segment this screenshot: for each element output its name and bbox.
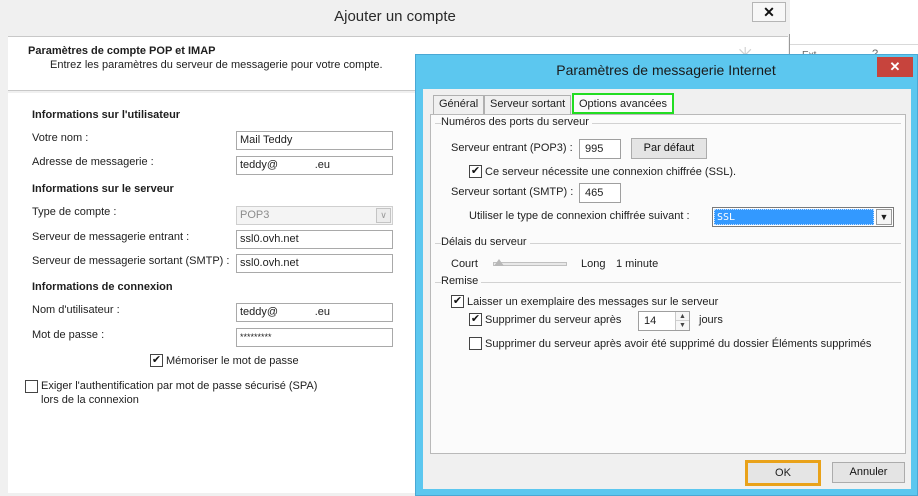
- timeout-slider-track[interactable]: [493, 262, 567, 266]
- delivery-group-title: Remise: [441, 275, 482, 287]
- default-button[interactable]: Par défaut: [631, 138, 707, 159]
- ok-button[interactable]: OK: [745, 460, 821, 486]
- account-type-label: Type de compte :: [32, 206, 117, 218]
- timeout-short-label: Court: [451, 258, 478, 270]
- add-account-title: Ajouter un compte: [334, 8, 456, 25]
- chevron-down-icon: ∨: [376, 208, 391, 223]
- internet-settings-body: Général Serveur sortant Options avancées…: [423, 89, 911, 489]
- internet-settings-dialog: Paramètres de messagerie Internet ✕ Géné…: [415, 54, 918, 496]
- days-label: jours: [699, 314, 723, 326]
- outgoing-server-label: Serveur de messagerie sortant (SMTP) :: [32, 255, 230, 267]
- server-info-heading: Informations sur le serveur: [32, 183, 174, 195]
- encryption-type-label: Utiliser le type de connexion chiffrée s…: [469, 210, 690, 222]
- background-divider: [789, 44, 918, 45]
- outgoing-port-label: Serveur sortant (SMTP) :: [451, 186, 574, 198]
- timeout-long-label: Long: [581, 258, 606, 270]
- login-info-heading: Informations de connexion: [32, 281, 173, 293]
- incoming-server-label: Serveur de messagerie entrant :: [32, 231, 190, 243]
- remove-deleted-checkbox[interactable]: [469, 337, 482, 350]
- ports-group-title: Numéros des ports du serveur: [441, 116, 592, 128]
- timeout-value: 1 minute: [616, 258, 659, 270]
- leave-copy-label: Laisser un exemplaire des messages sur l…: [467, 296, 719, 308]
- chevron-down-icon[interactable]: ▼: [676, 321, 689, 330]
- password-input[interactable]: *********: [236, 328, 393, 347]
- add-account-titlebar[interactable]: Ajouter un compte ✕: [0, 0, 790, 34]
- encryption-type-select[interactable]: SSL ▼: [712, 207, 894, 227]
- remember-password-label: Mémoriser le mot de passe: [166, 355, 299, 367]
- incoming-server-input[interactable]: ssl0.ovh.net: [236, 230, 393, 249]
- remove-after-label: Supprimer du serveur après: [485, 314, 622, 326]
- ssl-label: Ce serveur nécessite une connexion chiff…: [485, 166, 737, 178]
- username-input[interactable]: teddy@ .eu: [236, 303, 393, 322]
- timeout-group-title: Délais du serveur: [441, 236, 530, 248]
- cancel-button[interactable]: Annuler: [832, 462, 905, 483]
- timeout-slider-thumb[interactable]: [494, 259, 504, 266]
- advanced-options-pane: Numéros des ports du serveur Serveur ent…: [430, 114, 906, 454]
- name-label: Votre nom :: [32, 132, 89, 144]
- incoming-port-label: Serveur entrant (POP3) :: [451, 142, 573, 154]
- spa-checkbox[interactable]: [25, 380, 38, 393]
- chevron-down-icon[interactable]: ▼: [876, 209, 892, 225]
- add-account-close-button[interactable]: ✕: [752, 2, 786, 22]
- header-subtitle: Entrez les paramètres du serveur de mess…: [50, 59, 383, 71]
- leave-copy-checkbox[interactable]: ✔: [451, 295, 464, 308]
- spa-label-line1: Exiger l'authentification par mot de pas…: [41, 380, 318, 392]
- account-type-select: POP3 ∨: [236, 206, 393, 225]
- name-input[interactable]: Mail Teddy: [236, 131, 393, 150]
- tab-outgoing-server[interactable]: Serveur sortant: [484, 95, 572, 114]
- internet-settings-title: Paramètres de messagerie Internet: [556, 62, 776, 78]
- email-label: Adresse de messagerie :: [32, 156, 154, 168]
- ssl-checkbox[interactable]: ✔: [469, 165, 482, 178]
- outgoing-port-input[interactable]: 465: [579, 183, 621, 203]
- account-type-value: POP3: [240, 209, 270, 221]
- incoming-port-input[interactable]: 995: [579, 139, 621, 159]
- remove-deleted-label: Supprimer du serveur après avoir été sup…: [485, 338, 872, 350]
- encryption-type-value: SSL: [714, 209, 874, 225]
- remember-password-checkbox[interactable]: ✔: [150, 354, 163, 367]
- tab-advanced-options[interactable]: Options avancées: [572, 93, 675, 114]
- spa-label-line2: lors de la connexion: [41, 394, 139, 406]
- outgoing-server-input[interactable]: ssl0.ovh.net: [236, 254, 393, 273]
- remove-after-days-stepper[interactable]: 14 ▲ ▼: [638, 311, 690, 331]
- tab-general[interactable]: Général: [433, 95, 485, 114]
- chevron-up-icon[interactable]: ▲: [676, 312, 689, 321]
- username-label: Nom d'utilisateur :: [32, 304, 120, 316]
- stepper-buttons: ▲ ▼: [675, 312, 689, 330]
- header-title: Paramètres de compte POP et IMAP: [28, 45, 216, 57]
- remove-after-checkbox[interactable]: ✔: [469, 313, 482, 326]
- user-info-heading: Informations sur l'utilisateur: [32, 109, 181, 121]
- delivery-group-line: [435, 282, 901, 283]
- password-label: Mot de passe :: [32, 329, 105, 341]
- internet-settings-close-button[interactable]: ✕: [877, 57, 913, 77]
- email-input[interactable]: teddy@ .eu: [236, 156, 393, 175]
- remove-after-days-value: 14: [644, 315, 657, 327]
